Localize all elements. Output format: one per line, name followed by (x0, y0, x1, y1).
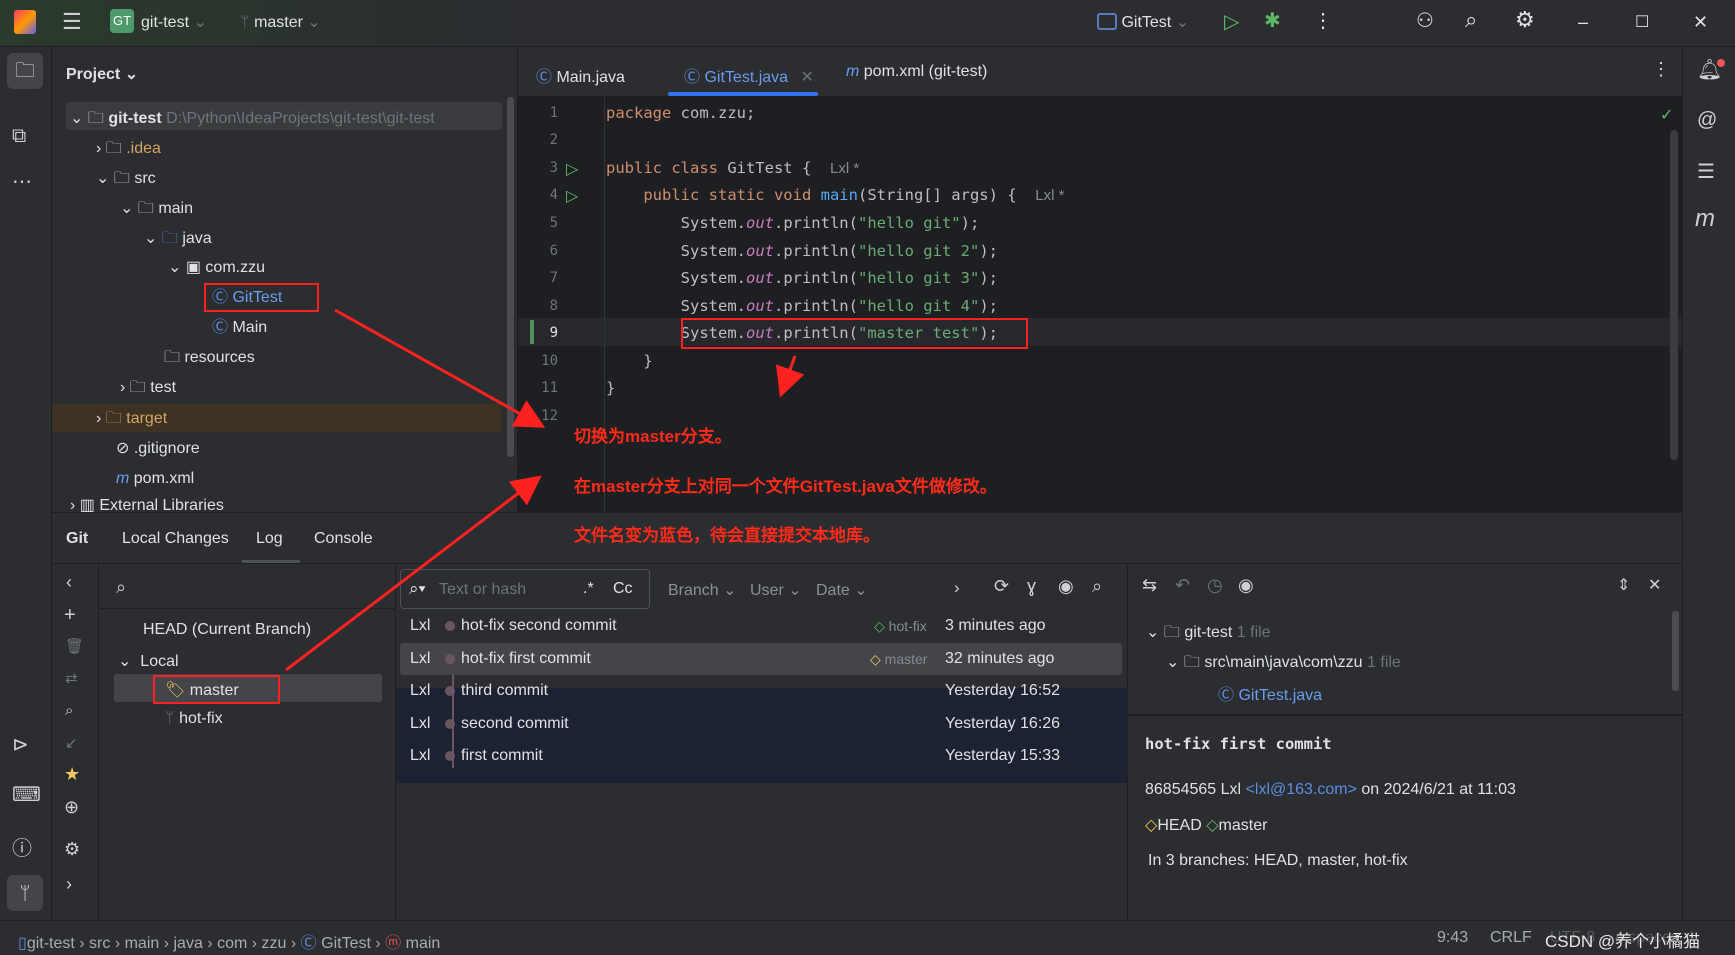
arrow-gittest (334, 308, 546, 428)
arrow-master (285, 475, 542, 672)
annotation-arrows (285, 308, 805, 672)
arrow-code (776, 355, 805, 398)
